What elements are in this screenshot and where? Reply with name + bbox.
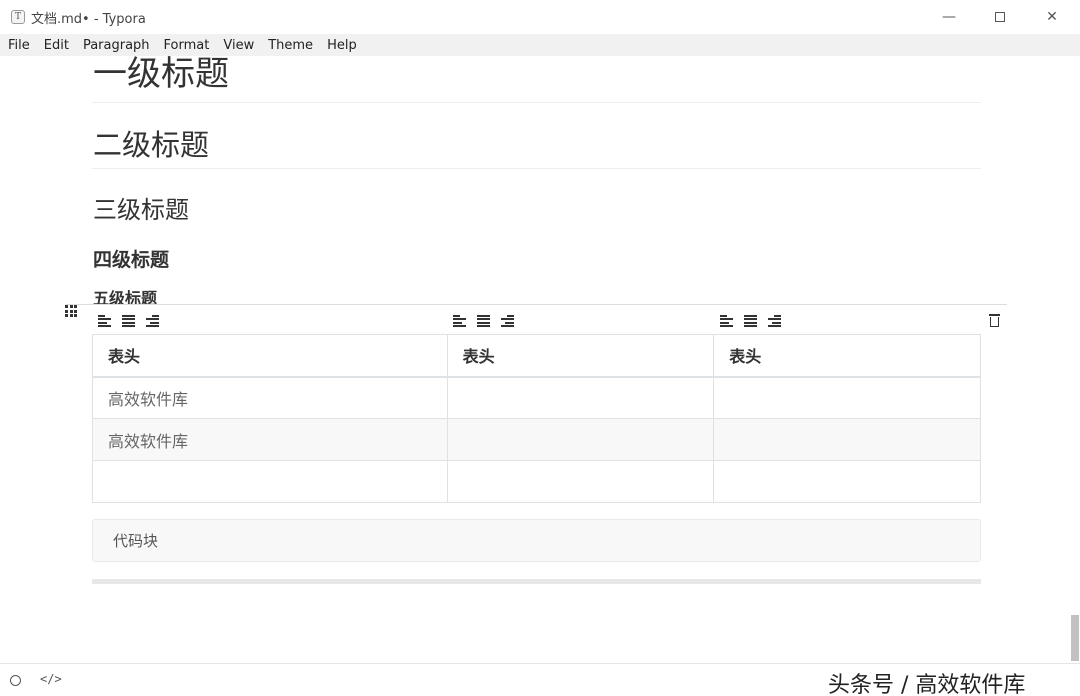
table-row: 高效软件库 (92, 418, 981, 461)
title-bar: T 文档.md• - Typora — ✕ (0, 0, 1080, 34)
typora-app-icon: T (11, 10, 25, 24)
col1-align-center-icon[interactable] (122, 315, 135, 328)
menu-theme[interactable]: Theme (268, 38, 313, 53)
table-header-cell[interactable]: 表头 (446, 334, 715, 378)
heading-5[interactable]: 五级标题 (93, 288, 157, 304)
table-cell[interactable] (92, 460, 448, 503)
markdown-table: 表头 表头 表头 高效软件库 高效软件库 (92, 334, 981, 503)
menu-edit[interactable]: Edit (44, 38, 69, 53)
menu-help[interactable]: Help (327, 38, 357, 53)
delete-table-icon[interactable] (989, 314, 1000, 327)
table-toolbar (65, 304, 1007, 334)
heading-1-underline (92, 102, 981, 103)
col3-align-right-icon[interactable] (768, 315, 781, 328)
source-code-toggle-icon[interactable]: </> (40, 672, 62, 686)
outline-toggle-icon[interactable] (10, 675, 21, 686)
heading-5-clip: 五级标题 (93, 288, 157, 304)
table-cell[interactable] (713, 418, 981, 461)
table-cell[interactable] (446, 460, 715, 503)
heading-3[interactable]: 三级标题 (93, 190, 189, 225)
horizontal-rule (92, 579, 981, 584)
table-grid-icon[interactable] (65, 305, 77, 317)
code-block-text: 代码块 (113, 532, 159, 550)
table-header-row: 表头 表头 表头 (92, 334, 981, 378)
col1-align-right-icon[interactable] (146, 315, 159, 328)
close-icon: ✕ (1046, 9, 1058, 25)
menu-paragraph[interactable]: Paragraph (83, 38, 150, 53)
minimize-button[interactable]: — (926, 0, 972, 34)
minimize-icon: — (942, 9, 956, 25)
col2-align-center-icon[interactable] (477, 315, 490, 328)
status-bar: </> 头条号 / 高效软件库 (0, 663, 1080, 696)
table-header-cell[interactable]: 表头 (713, 334, 981, 378)
heading-1[interactable]: 一级标题 (93, 56, 229, 95)
table-row (92, 460, 981, 503)
code-block[interactable]: 代码块 (92, 519, 981, 562)
col2-align-right-icon[interactable] (501, 315, 514, 328)
col3-align-center-icon[interactable] (744, 315, 757, 328)
maximize-icon (995, 12, 1005, 22)
watermark: 头条号 / 高效软件库 (828, 673, 1026, 696)
table-header-cell[interactable]: 表头 (92, 334, 448, 378)
table-cell[interactable]: 高效软件库 (92, 418, 448, 461)
menu-bar: File Edit Paragraph Format View Theme He… (0, 34, 1080, 56)
col1-align-left-icon[interactable] (98, 315, 111, 328)
table-row: 高效软件库 (92, 376, 981, 419)
table-cell[interactable] (713, 376, 981, 419)
close-button[interactable]: ✕ (1029, 0, 1075, 34)
menu-view[interactable]: View (223, 38, 254, 53)
scrollbar-thumb[interactable] (1071, 615, 1079, 661)
table-cell[interactable] (446, 418, 715, 461)
menu-format[interactable]: Format (164, 38, 210, 53)
menu-file[interactable]: File (8, 38, 30, 53)
maximize-button[interactable] (977, 0, 1023, 34)
heading-2-underline (92, 168, 981, 169)
col2-align-left-icon[interactable] (453, 315, 466, 328)
table-cell[interactable]: 高效软件库 (92, 376, 448, 419)
table-cell[interactable] (713, 460, 981, 503)
heading-4[interactable]: 四级标题 (93, 245, 169, 272)
col3-align-left-icon[interactable] (720, 315, 733, 328)
editor-content[interactable]: 一级标题 二级标题 三级标题 四级标题 五级标题 表头 表头 表头 高效软件库 … (0, 56, 1080, 663)
window-title: 文档.md• - Typora (31, 11, 146, 27)
heading-2[interactable]: 二级标题 (93, 122, 209, 164)
vertical-scrollbar[interactable] (1070, 56, 1080, 663)
table-cell[interactable] (446, 376, 715, 419)
